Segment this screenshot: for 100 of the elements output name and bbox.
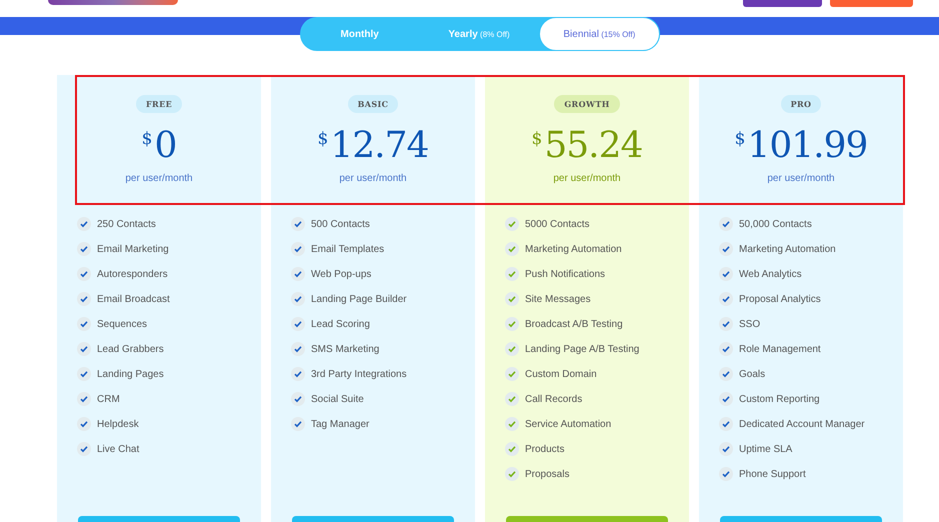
price-period: per user/month [767,172,835,186]
check-icon [505,242,519,256]
feature-text: Custom Reporting [739,392,820,406]
currency-symbol: $ [734,128,746,151]
feature-text: Live Chat [97,442,140,456]
feature-text: Tag Manager [311,418,370,432]
check-icon [77,292,91,306]
feature-text: 500 Contacts [311,218,370,232]
plan-price: 101.99 [747,124,868,168]
check-icon [719,367,733,381]
check-icon [77,342,91,356]
currency-symbol: $ [318,128,328,151]
check-icon [77,317,91,331]
check-icon [291,267,305,281]
check-icon [719,417,733,431]
check-icon [505,442,519,456]
feature-text: Site Messages [525,292,591,306]
feature-text: Broadcast A/B Testing [525,318,623,332]
feature-text: Social Suite [311,392,364,406]
check-icon [77,392,91,406]
billing-tab[interactable]: Biennial (15% Off) [538,17,660,51]
plan-price: 55.24 [544,124,642,168]
check-icon [505,217,519,231]
check-icon [719,267,733,281]
billing-tab[interactable]: Yearly (8% Off) [419,17,539,51]
feature-text: Autoresponders [97,268,168,282]
feature-text: Marketing Automation [525,242,622,256]
check-icon [505,417,519,431]
feature-text: Custom Domain [525,368,597,382]
check-icon [291,292,305,306]
check-icon [77,442,91,456]
check-icon [719,217,733,231]
feature-text: Uptime SLA [739,442,792,456]
check-icon [291,217,305,231]
feature-text: Landing Page A/B Testing [525,342,640,356]
check-icon [505,317,519,331]
feature-text: Service Automation [525,418,612,432]
check-icon [291,417,305,431]
check-icon [291,367,305,381]
feature-text: Goals [739,368,766,382]
feature-text: Proposals [525,468,570,482]
check-icon [719,392,733,406]
check-icon [291,392,305,406]
currency-symbol: $ [532,128,542,151]
feature-text: Lead Scoring [311,318,370,332]
feature-text: Marketing Automation [739,242,836,256]
feature-text: 5000 Contacts [525,218,590,232]
feature-text: Phone Support [739,468,806,482]
price-period: per user/month [553,172,621,186]
feature-text: Landing Pages [97,368,164,382]
check-icon [505,392,519,406]
feature-text: CRM [97,392,120,406]
plan-badge: GROWTH [554,95,620,113]
price-period: per user/month [125,172,193,186]
plan-badge: FREE [136,95,182,113]
feature-text: Proposal Analytics [739,292,821,306]
check-icon [719,242,733,256]
check-icon [719,342,733,356]
plan-price: 12.74 [330,124,428,168]
feature-text: Call Records [525,392,582,406]
feature-text: Web Analytics [739,268,802,282]
plan-badge: PRO [780,95,822,113]
plan-badge: BASIC [348,95,398,113]
feature-text: 3rd Party Integrations [311,368,407,382]
feature-text: Email Broadcast [97,292,170,306]
check-icon [77,367,91,381]
feature-text: Helpdesk [97,418,139,432]
plan-price: 0 [154,124,176,168]
feature-text: 50,000 Contacts [739,218,812,232]
header-button[interactable] [830,0,913,7]
check-icon [719,292,733,306]
check-icon [505,267,519,281]
check-icon [505,367,519,381]
currency-symbol: $ [142,128,152,151]
logo-drawing[interactable] [48,0,178,5]
check-icon [505,292,519,306]
feature-text: Email Marketing [97,242,169,256]
price-period: per user/month [339,172,407,186]
check-icon [291,317,305,331]
feature-text: 250 Contacts [97,218,156,232]
feature-text: Sequences [97,318,148,332]
feature-text: Email Templates [311,242,384,256]
check-icon [719,442,733,456]
check-icon [77,267,91,281]
check-icon [291,342,305,356]
feature-text: Lead Grabbers [97,342,164,356]
check-icon [719,317,733,331]
check-icon [505,467,519,481]
check-icon [77,242,91,256]
feature-text: Products [525,442,564,456]
feature-text: Landing Page Builder [311,292,407,306]
feature-text: Role Management [739,342,821,356]
check-icon [505,342,519,356]
feature-text: Dedicated Account Manager [739,418,865,432]
feature-text: SMS Marketing [311,342,380,356]
header-button[interactable] [743,0,822,7]
feature-text: SSO [739,318,760,332]
billing-tab[interactable]: Monthly [300,17,420,51]
check-icon [291,242,305,256]
check-icon [77,417,91,431]
